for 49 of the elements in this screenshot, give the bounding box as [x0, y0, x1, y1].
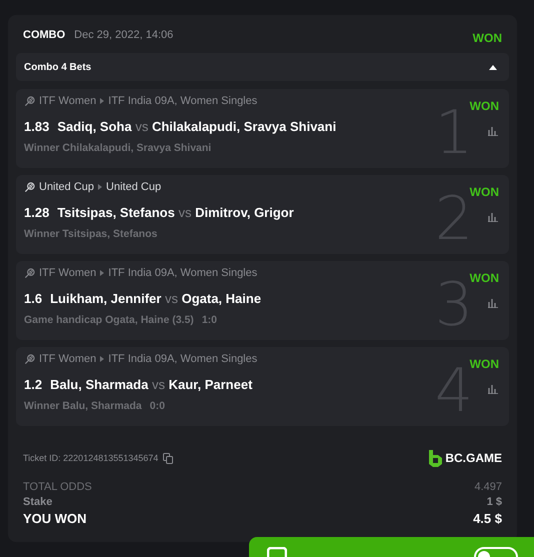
ticket-id: Ticket ID: 2220124813551345674 [23, 453, 158, 463]
total-value: 4.5 $ [473, 511, 502, 526]
tennis-racket-icon [24, 182, 35, 192]
total-label: Stake [23, 496, 52, 508]
market-selection: Winner Chilakalapudi, Sravya Shivani [24, 142, 212, 154]
bet-date: Dec 29, 2022, 14:06 [74, 29, 174, 41]
tournament-name: United Cup [106, 181, 162, 193]
bet-status: WON [472, 31, 502, 45]
caret-icon [489, 64, 497, 70]
total-label: YOU WON [23, 511, 87, 526]
combo-toggle-bar[interactable]: Combo 4 Bets [16, 53, 509, 81]
stats-icon[interactable] [488, 212, 498, 222]
score: 1:0 [202, 314, 217, 326]
chevron-icon [100, 270, 104, 276]
league-name: ITF Women [39, 95, 96, 107]
total-value: 1 $ [486, 496, 502, 508]
copy-icon[interactable] [163, 452, 174, 464]
odds: 1.28 [24, 204, 50, 220]
tournament-name: ITF India 09A, Women Singles [108, 95, 258, 107]
match-teams: Luikham, Jennifer vs Ogata, Haine [50, 290, 262, 306]
brand-name: BC.GAME [445, 451, 502, 465]
bet-type: COMBO [23, 29, 66, 41]
stats-icon[interactable] [488, 384, 498, 394]
market-selection: Winner Balu, Sharmada [24, 400, 142, 412]
league-name: United Cup [39, 181, 94, 193]
odds: 1.2 [24, 376, 42, 392]
stats-icon[interactable] [488, 126, 498, 136]
tennis-racket-icon [24, 268, 35, 278]
league-name: ITF Women [39, 353, 96, 365]
brand-logo-icon [429, 450, 442, 466]
odds: 1.6 [24, 290, 42, 306]
tennis-racket-icon [24, 354, 35, 364]
tournament-name: ITF India 09A, Women Singles [108, 267, 258, 279]
tournament-name: ITF India 09A, Women Singles [108, 353, 258, 365]
total-value: 4.497 [474, 481, 502, 493]
match-teams: Balu, Sharmada vs Kaur, Parneet [50, 376, 252, 392]
match-teams: Tsitsipas, Stefanos vs Dimitrov, Grigor [57, 204, 294, 220]
market-selection: Game handicap Ogata, Haine (3.5) [24, 314, 194, 326]
match-teams: Sadiq, Soha vs Chilakalapudi, Sravya Shivani [57, 118, 336, 134]
total-label: TOTAL ODDS [23, 481, 92, 493]
score: 0:0 [150, 400, 165, 412]
tennis-racket-icon [24, 96, 35, 106]
chevron-icon [100, 356, 104, 362]
chevron-icon [98, 184, 102, 190]
league-name: ITF Women [39, 267, 96, 279]
chevron-icon [100, 98, 104, 104]
stats-icon[interactable] [488, 298, 498, 308]
market-selection: Winner Tsitsipas, Stefanos [24, 228, 158, 240]
odds: 1.83 [24, 118, 50, 134]
